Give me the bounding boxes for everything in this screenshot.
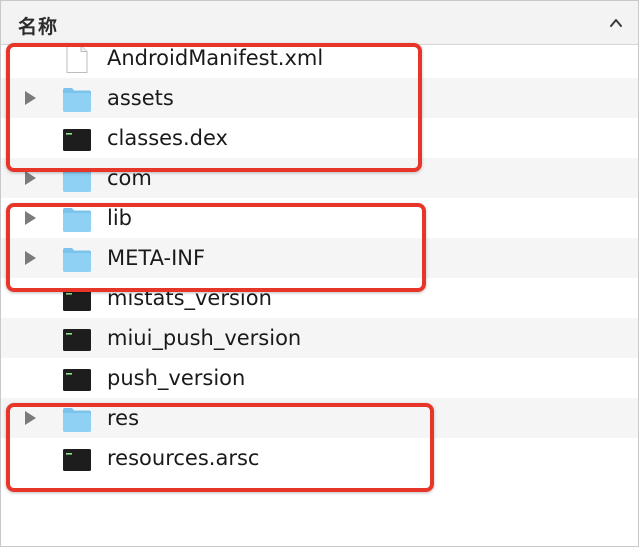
highlight-box: [6, 203, 426, 292]
column-header-name[interactable]: 名称: [18, 12, 58, 39]
highlight-box: [6, 43, 422, 172]
list-item[interactable]: miui_push_version: [1, 318, 638, 358]
list-item[interactable]: push_version: [1, 358, 638, 398]
highlight-box: [6, 403, 434, 492]
chevron-up-icon[interactable]: [608, 15, 624, 31]
executable-icon: [63, 329, 91, 351]
executable-icon: [63, 369, 91, 391]
disclosure-triangle-icon[interactable]: [22, 170, 38, 186]
file-name: miui_push_version: [107, 326, 302, 350]
file-name: push_version: [107, 366, 246, 390]
